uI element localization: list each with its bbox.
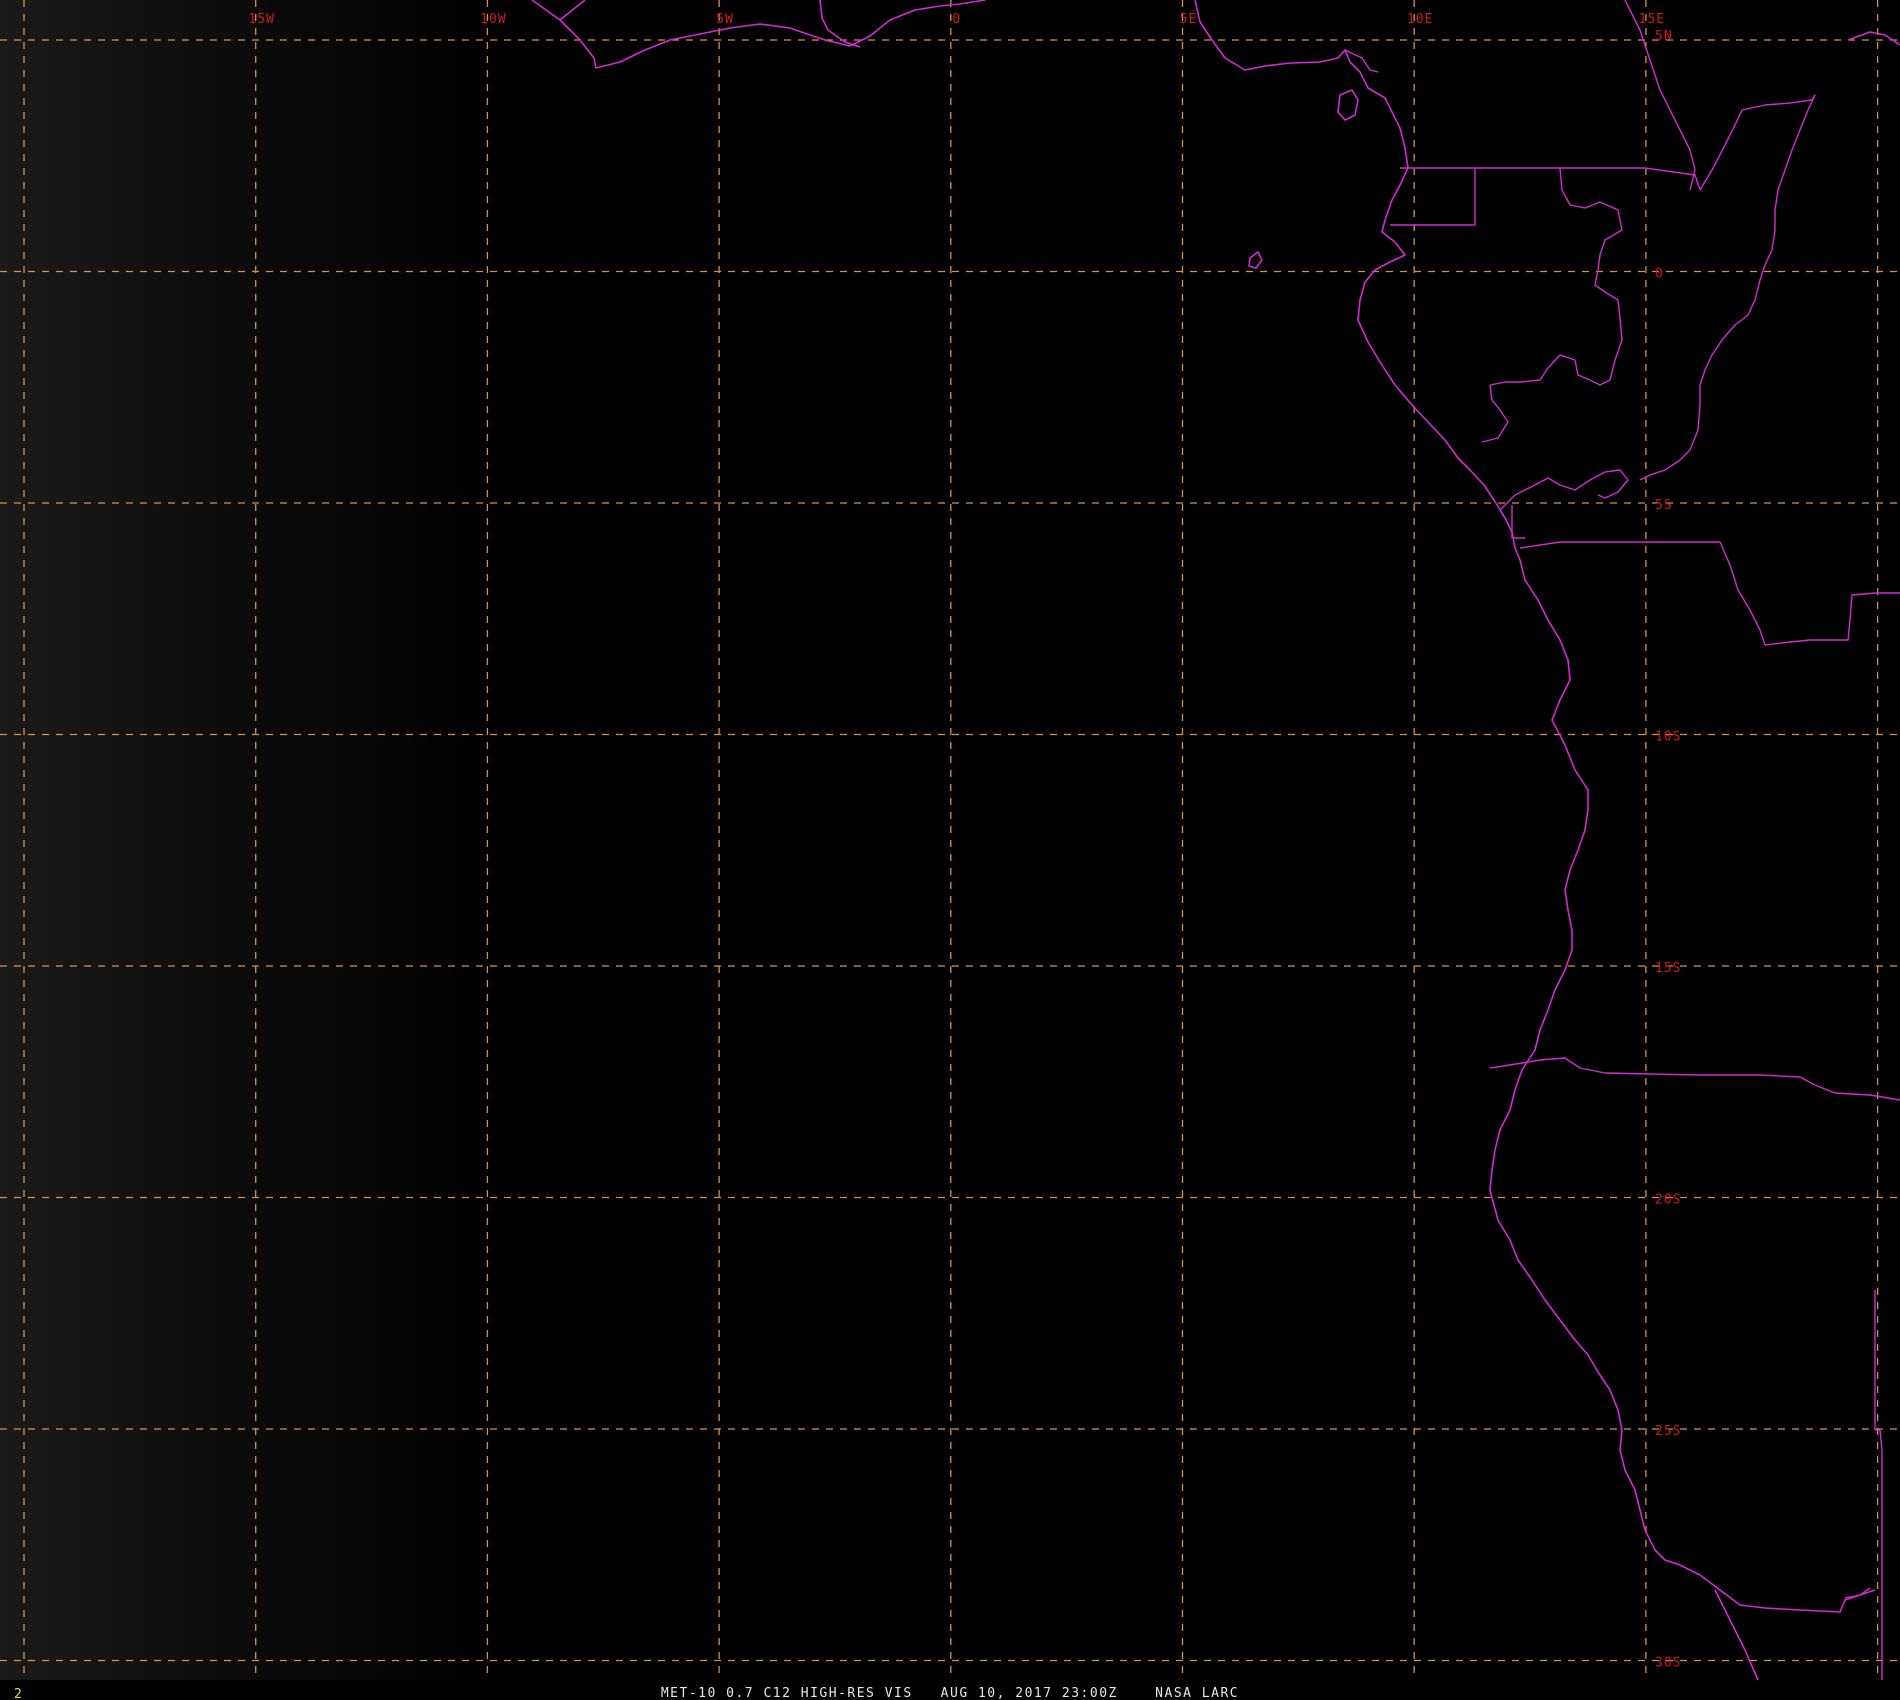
latitude-label: 0 bbox=[1655, 267, 1664, 282]
limb-glow bbox=[0, 0, 480, 1680]
latitude-label: 20S bbox=[1655, 1193, 1681, 1208]
frame-number: 2 bbox=[14, 1687, 23, 1700]
longitude-label: 10W bbox=[480, 12, 506, 27]
longitude-label: 15W bbox=[248, 12, 274, 27]
latitude-label: 15S bbox=[1655, 961, 1681, 976]
satellite-map: 5N05S10S15S20S25S30S15W 10W 5W 0 5E 10E 15E 2 … bbox=[0, 0, 1900, 1700]
latitude-label: 30S bbox=[1655, 1656, 1681, 1671]
longitude-label: 10E bbox=[1407, 12, 1433, 27]
latitude-label: 5S bbox=[1655, 498, 1673, 513]
longitude-label: 0 bbox=[952, 12, 961, 27]
latitude-label: 25S bbox=[1655, 1424, 1681, 1439]
image-caption: MET-10 0.7 C12 HIGH-RES VIS AUG 10, 2017… bbox=[661, 1686, 1239, 1700]
longitude-label: 15E bbox=[1639, 12, 1665, 27]
longitude-label: 5E bbox=[1180, 12, 1198, 27]
longitude-label: 5W bbox=[716, 12, 734, 27]
latitude-label: 5N bbox=[1655, 29, 1673, 44]
latitude-label: 10S bbox=[1655, 730, 1681, 745]
